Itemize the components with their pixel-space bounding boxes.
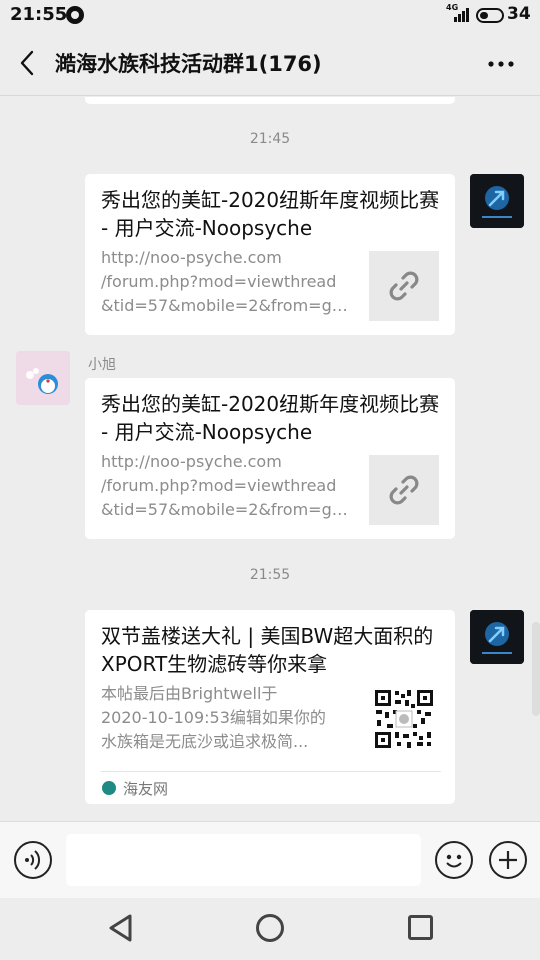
- card-description-line: /forum.php?mod=viewthread: [101, 476, 337, 495]
- chat-header: 澔海水族科技活动群1(176): [0, 30, 540, 96]
- link-icon: [369, 455, 439, 525]
- notification-app-icon: [66, 6, 84, 24]
- link-card[interactable]: 秀出您的美缸-2020纽斯年度视频比赛 - 用户交流-Noopsyche htt…: [85, 378, 455, 539]
- system-recents-icon[interactable]: [408, 915, 433, 940]
- link-icon: [369, 251, 439, 321]
- article-card[interactable]: 双节盖楼送大礼 | 美国BW超大面积的XPORT生物滤砖等你来拿 本帖最后由Br…: [85, 610, 455, 804]
- source-label: 海友网: [123, 780, 169, 798]
- card-divider: [101, 771, 441, 772]
- add-more-button[interactable]: [489, 841, 527, 879]
- status-time: 21:55: [10, 4, 68, 25]
- card-description-line: &tid=57&mobile=2&from=gr...: [101, 296, 351, 315]
- self-avatar[interactable]: [470, 174, 524, 228]
- signal-strength-icon: [454, 8, 472, 22]
- message-list[interactable]: 21:45 秀出您的美缸-2020纽斯年度视频比赛 - 用户交流-Noopsyc…: [0, 97, 540, 820]
- scroll-indicator[interactable]: [532, 622, 540, 716]
- self-avatar[interactable]: [470, 610, 524, 664]
- time-divider: 21:55: [249, 567, 291, 583]
- sender-name: 小旭: [88, 357, 116, 373]
- back-arrow-icon[interactable]: [14, 48, 42, 78]
- card-title: 双节盖楼送大礼 | 美国BW超大面积的XPORT生物滤砖等你来拿: [101, 624, 434, 676]
- more-options-icon[interactable]: [484, 50, 518, 78]
- card-title: 秀出您的美缸-2020纽斯年度视频比赛 - 用户交流-Noopsyche: [101, 188, 440, 240]
- previous-message-card[interactable]: [85, 97, 455, 104]
- battery-icon: [476, 8, 504, 23]
- card-description: 本帖最后由Brightwell于 2020-10-109:53编辑如果你的 水族…: [101, 682, 351, 754]
- card-title: 秀出您的美缸-2020纽斯年度视频比赛 - 用户交流-Noopsyche: [101, 392, 440, 444]
- card-description-line: 2020-10-109:53编辑如果你的: [101, 708, 326, 727]
- time-divider: 21:45: [249, 131, 291, 147]
- source-app-icon: [102, 781, 116, 795]
- card-description-line: http://noo-psyche.com: [101, 248, 282, 267]
- chat-title: 澔海水族科技活动群1(176): [55, 52, 322, 76]
- card-description: http://noo-psyche.com /forum.php?mod=vie…: [101, 246, 351, 318]
- system-navigation-bar: [0, 898, 540, 960]
- card-description-line: 本帖最后由Brightwell于: [101, 684, 278, 703]
- card-description-line: /forum.php?mod=viewthread: [101, 272, 337, 291]
- card-description-line: 水族箱是无底沙或追求极简...: [101, 732, 309, 751]
- message-input[interactable]: [66, 834, 421, 886]
- input-bar: [0, 821, 540, 898]
- qr-code-icon: [373, 688, 435, 750]
- card-description-line: http://noo-psyche.com: [101, 452, 282, 471]
- card-description: http://noo-psyche.com /forum.php?mod=vie…: [101, 450, 351, 522]
- status-bar: 21:55 4G 34: [0, 0, 540, 30]
- sender-avatar[interactable]: [16, 351, 70, 405]
- system-back-icon[interactable]: [106, 912, 136, 944]
- battery-level: 34: [507, 4, 531, 24]
- link-card[interactable]: 秀出您的美缸-2020纽斯年度视频比赛 - 用户交流-Noopsyche htt…: [85, 174, 455, 335]
- voice-input-button[interactable]: [14, 841, 52, 879]
- emoji-button[interactable]: [435, 841, 473, 879]
- card-description-line: &tid=57&mobile=2&from=gr...: [101, 500, 351, 519]
- system-home-icon[interactable]: [256, 914, 284, 942]
